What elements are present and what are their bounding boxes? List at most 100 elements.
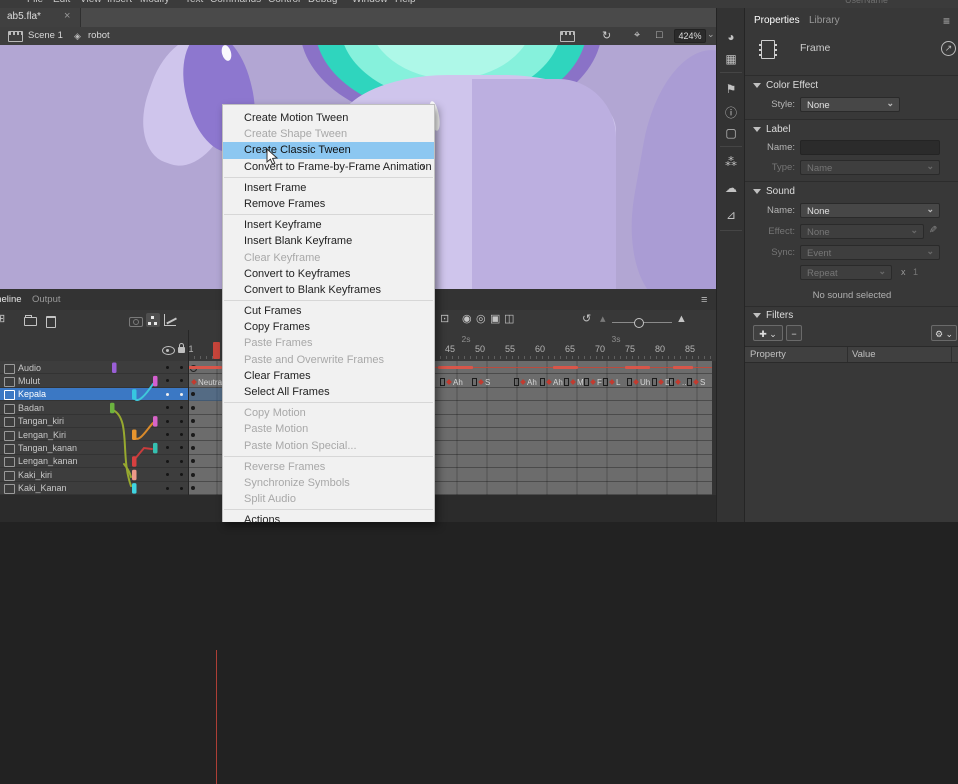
layer-visibility-dot[interactable]	[166, 433, 169, 436]
layer-visibility-dot[interactable]	[166, 420, 169, 423]
new-folder-icon[interactable]	[24, 317, 37, 326]
zoom-fit-icon[interactable]: ▲	[676, 313, 687, 326]
mouth-keyframe-neutral[interactable]: Neutral	[192, 377, 224, 388]
sound-name-dropdown[interactable]: None	[800, 203, 940, 218]
breadcrumb-scene[interactable]: Scene 1	[28, 30, 63, 41]
layer-badan[interactable]: Badan	[0, 401, 188, 414]
menu-item-copy-motion[interactable]: Copy Motion	[223, 405, 434, 421]
menu-help[interactable]: Help	[395, 0, 416, 5]
menu-modify[interactable]: Modify	[140, 0, 169, 5]
show-hide-column-icon[interactable]	[162, 346, 175, 355]
close-icon[interactable]: ×	[64, 10, 70, 22]
menu-window[interactable]: Window	[352, 0, 388, 5]
parenting-view-icon[interactable]	[146, 313, 160, 327]
mouth-keyframe-[interactable]: ...	[669, 377, 689, 388]
menu-item-convert-to-keyframes[interactable]: Convert to Keyframes	[223, 266, 434, 282]
center-frame-icon[interactable]: ⊡	[440, 313, 449, 326]
menu-debug[interactable]: Debug	[308, 0, 337, 5]
layer-visibility-dot[interactable]	[166, 460, 169, 463]
menu-item-copy-frames[interactable]: Copy Frames	[223, 319, 434, 335]
cc-libraries-panel-icon[interactable]: ☁	[717, 181, 745, 195]
menu-view[interactable]: View	[80, 0, 102, 5]
filter-options-button[interactable]: ⚙ ⌄	[931, 325, 957, 341]
chevron-down-icon[interactable]: ⌄	[707, 29, 715, 40]
zoom-out-icon[interactable]: ▴	[600, 313, 606, 326]
center-stage-icon[interactable]: ⌖	[634, 29, 640, 42]
layer-visibility-dot[interactable]	[166, 446, 169, 449]
menu-item-paste-frames[interactable]: Paste Frames	[223, 335, 434, 351]
menu-item-actions[interactable]: Actions	[223, 512, 434, 522]
stage-zoom-level[interactable]: 424%	[674, 29, 706, 43]
menu-item-clear-frames[interactable]: Clear Frames	[223, 368, 434, 384]
camera-icon[interactable]	[129, 317, 143, 327]
layer-mulut[interactable]: Mulut	[0, 374, 188, 387]
menu-item-paste-motion-special[interactable]: Paste Motion Special...	[223, 438, 434, 454]
timeline-zoom-slider[interactable]	[612, 322, 672, 323]
layer-lock-dot[interactable]	[180, 366, 183, 369]
motion-presets-panel-icon[interactable]: ⊿	[717, 208, 745, 222]
swatches-panel-icon[interactable]: ▦	[717, 52, 745, 66]
section-label[interactable]: Label	[753, 124, 790, 135]
section-color-effect[interactable]: Color Effect	[753, 80, 818, 91]
layer-visibility-dot[interactable]	[166, 487, 169, 490]
layer-lock-dot[interactable]	[180, 446, 183, 449]
menu-item-cut-frames[interactable]: Cut Frames	[223, 303, 434, 319]
menu-commands[interactable]: Commands	[210, 0, 261, 5]
layer-kaki-kanan[interactable]: Kaki_Kanan	[0, 482, 188, 495]
mouth-keyframe-ah[interactable]: Ah	[440, 377, 463, 388]
layer-lengan-kiri[interactable]: Lengan_Kiri	[0, 428, 188, 441]
layer-lock-dot[interactable]	[180, 393, 183, 396]
mouth-keyframe-s[interactable]: S	[472, 377, 490, 388]
menu-item-convert-to-blank-keyframes[interactable]: Convert to Blank Keyframes	[223, 282, 434, 298]
menu-item-create-classic-tween[interactable]: Create Classic Tween	[223, 142, 434, 158]
rotation-icon[interactable]: ↻	[602, 29, 611, 42]
transform-panel-icon[interactable]: ▢	[717, 126, 745, 140]
brushes-panel-icon[interactable]: ⁂	[717, 155, 745, 169]
mouth-keyframe-d[interactable]: D	[652, 377, 671, 388]
menu-control[interactable]: Control	[268, 0, 300, 5]
menu-item-insert-keyframe[interactable]: Insert Keyframe	[223, 217, 434, 233]
clapperboard-icon[interactable]	[560, 31, 575, 42]
panel-menu-icon[interactable]: ≡	[701, 294, 707, 306]
tab-properties[interactable]: Properties	[754, 15, 800, 26]
mouth-keyframe-ah[interactable]: Ah	[514, 377, 537, 388]
mouth-keyframe-s[interactable]: S	[687, 377, 705, 388]
panel-menu-icon[interactable]: ≡	[943, 14, 950, 28]
edit-multiple-frames-icon[interactable]: ▣	[490, 313, 500, 326]
menu-item-clear-keyframe[interactable]: Clear Keyframe	[223, 250, 434, 266]
graph-view-icon[interactable]	[164, 314, 176, 326]
section-sound[interactable]: Sound	[753, 186, 795, 197]
layer-visibility-dot[interactable]	[166, 473, 169, 476]
align-panel-icon[interactable]: ⚑	[717, 82, 745, 96]
layer-visibility-dot[interactable]	[166, 393, 169, 396]
menu-item-insert-frame[interactable]: Insert Frame	[223, 180, 434, 196]
layer-lock-dot[interactable]	[180, 406, 183, 409]
remove-filter-button[interactable]: −	[786, 325, 802, 341]
user-account-label[interactable]: UserName	[845, 0, 888, 5]
layer-visibility-dot[interactable]	[166, 379, 169, 382]
layer-audio[interactable]: Audio	[0, 361, 188, 374]
layer-lock-dot[interactable]	[180, 460, 183, 463]
live-preview-icon[interactable]: ↗	[941, 41, 956, 56]
lock-column-icon[interactable]	[178, 347, 185, 353]
menu-file[interactable]: File	[27, 0, 43, 5]
menu-item-create-shape-tween[interactable]: Create Shape Tween	[223, 126, 434, 142]
onion-skin-icon[interactable]: ◉	[462, 313, 472, 326]
menu-insert[interactable]: Insert	[107, 0, 132, 5]
menu-edit[interactable]: Edit	[53, 0, 70, 5]
section-filters[interactable]: Filters	[753, 310, 793, 321]
menu-text[interactable]: Text	[185, 0, 203, 5]
menu-item-remove-frames[interactable]: Remove Frames	[223, 196, 434, 212]
document-tab[interactable]: ab5.fla* ×	[0, 8, 81, 27]
mouth-keyframe-uh[interactable]: Uh	[627, 377, 650, 388]
layer-visibility-dot[interactable]	[166, 366, 169, 369]
layer-visibility-dot[interactable]	[166, 406, 169, 409]
layer-tangan-kiri[interactable]: Tangan_kiri	[0, 415, 188, 428]
layer-kepala[interactable]: Kepala	[0, 388, 188, 401]
layer-lengan-kanan[interactable]: Lengan_kanan	[0, 455, 188, 468]
menu-item-create-motion-tween[interactable]: Create Motion Tween	[223, 110, 434, 126]
delete-layer-icon[interactable]	[46, 316, 56, 328]
label-name-input[interactable]	[800, 140, 940, 155]
loop-playback-icon[interactable]: ↺	[582, 313, 591, 326]
layer-lock-dot[interactable]	[180, 420, 183, 423]
